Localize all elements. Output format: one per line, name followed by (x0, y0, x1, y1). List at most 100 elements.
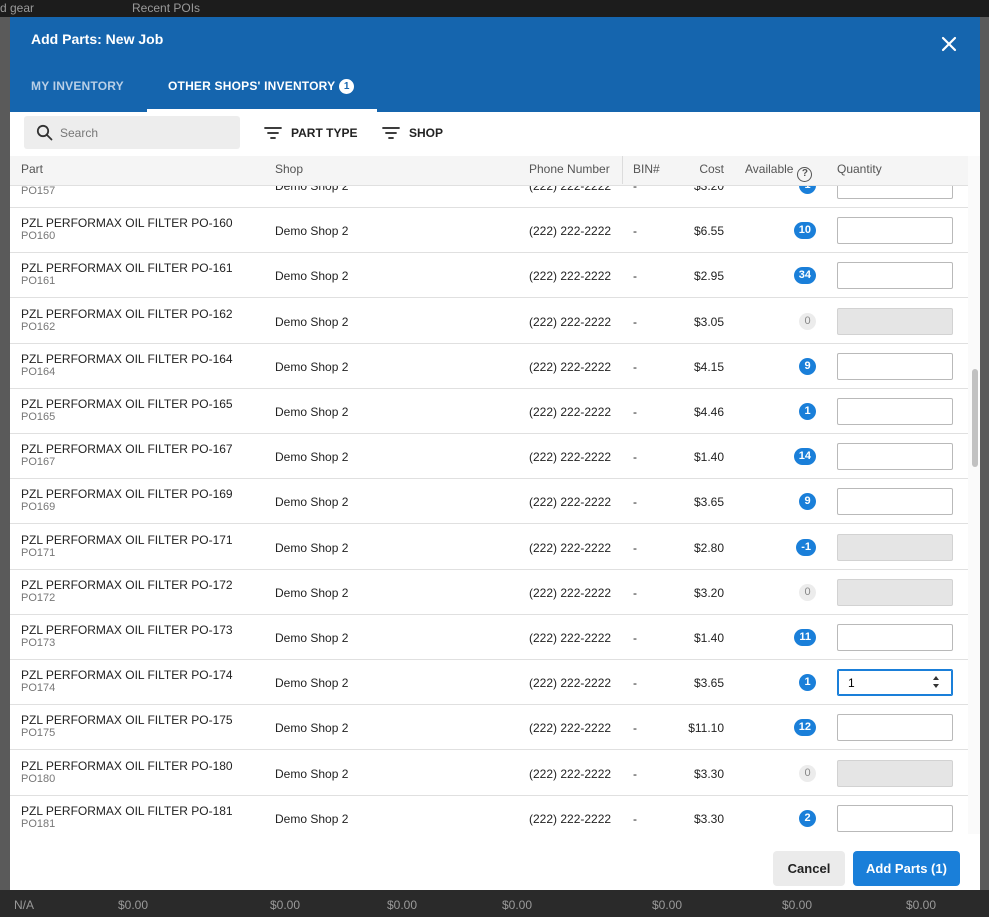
bin-number: - (633, 585, 637, 600)
background-top-bar: d gear Recent POIs (0, 0, 989, 17)
available-cell: 1 (770, 186, 816, 194)
phone-number: (222) 222-2222 (529, 450, 612, 465)
part-type-filter-button[interactable]: PART TYPE (264, 122, 357, 144)
part-number: PO162 (21, 320, 56, 333)
quantity-input[interactable] (837, 488, 953, 516)
tab-other-shops-inventory[interactable]: OTHER SHOPS' INVENTORY 1 (168, 79, 355, 94)
bin-number: - (633, 721, 637, 736)
available-cell: 34 (770, 267, 816, 285)
part-cost: $2.95 (693, 269, 724, 284)
table-header: Part Shop Phone Number BIN# Cost Availab… (10, 156, 968, 186)
phone-number: (222) 222-2222 (529, 766, 612, 781)
scrollbar-track[interactable] (968, 156, 980, 834)
column-header-cost[interactable]: Cost (658, 156, 724, 186)
quantity-input[interactable] (837, 714, 953, 742)
bin-number: - (633, 405, 637, 419)
bin-number: - (633, 495, 637, 510)
available-badge: -1 (796, 538, 816, 556)
bin-number: - (633, 186, 637, 193)
phone-number: (222) 222-2222 (529, 186, 612, 193)
table-row: PZL PERFORMAX OIL FILTER PO-160 PO160 Demo… (10, 208, 968, 254)
table-row: PZL PERFORMAX OIL FILTER PO-164 PO164 Demo… (10, 344, 968, 389)
column-header-part[interactable]: Part (21, 156, 43, 186)
table-row: PZL PERFORMAX OIL FILTER PO-162 PO162 Demo… (10, 299, 968, 344)
part-name: PZL PERFORMAX OIL FILTER PO-164 (21, 351, 233, 366)
column-header-available[interactable]: Available? (745, 156, 813, 186)
part-name: PZL PERFORMAX OIL FILTER PO-167 (21, 442, 233, 457)
shop-name: Demo Shop 2 (275, 811, 349, 826)
shop-name: Demo Shop 2 (275, 540, 349, 555)
shop-name: Demo Shop 2 (275, 186, 349, 193)
phone-number: (222) 222-2222 (529, 405, 612, 419)
filter-icon (382, 127, 400, 139)
bin-number: - (633, 314, 637, 329)
part-cost: $3.30 (693, 766, 724, 781)
part-name: PZL PERFORMAX OIL FILTER PO-173 (21, 623, 233, 637)
quantity-input[interactable] (837, 186, 953, 199)
available-cell: 1 (770, 674, 816, 692)
bin-number: - (633, 631, 637, 645)
shop-filter-button[interactable]: SHOP (382, 122, 443, 144)
part-number: PO157 (21, 186, 56, 197)
quantity-input[interactable] (837, 352, 953, 380)
part-cost: $6.55 (693, 224, 724, 239)
tab-label: MY INVENTORY (31, 79, 124, 93)
available-badge: 9 (799, 357, 816, 375)
phone-number: (222) 222-2222 (529, 269, 612, 284)
quantity-input[interactable] (837, 217, 953, 245)
add-parts-button[interactable]: Add Parts (1) (853, 851, 960, 886)
quantity-input[interactable] (837, 262, 953, 290)
quantity-input[interactable] (837, 443, 953, 471)
bin-number: - (633, 450, 637, 465)
background-footer-value: $0.00 (387, 898, 418, 912)
column-header-bin[interactable]: BIN# (633, 156, 660, 186)
quantity-input[interactable] (837, 804, 953, 832)
available-cell: 0 (770, 764, 816, 782)
active-tab-indicator (147, 109, 377, 112)
part-number: PO171 (21, 546, 56, 559)
part-number: PO164 (21, 365, 56, 378)
stepper-icon[interactable] (932, 675, 940, 689)
table-row: PZL PERFORMAX OIL FILTER PO-180 PO180 Demo… (10, 751, 968, 796)
part-number: PO180 (21, 772, 56, 785)
quantity-input[interactable] (837, 398, 953, 425)
part-cost: $3.65 (693, 495, 724, 510)
available-badge: 14 (793, 448, 816, 466)
cancel-button[interactable]: Cancel (773, 851, 845, 886)
part-number: PO172 (21, 591, 56, 604)
available-cell: 0 (770, 312, 816, 330)
part-cost: $11.10 (688, 721, 724, 736)
part-number: PO161 (21, 275, 56, 288)
background-footer-value: N/A (14, 898, 35, 912)
column-header-shop[interactable]: Shop (275, 156, 303, 186)
background-footer-value: $0.00 (906, 898, 937, 912)
part-cost: $4.15 (693, 359, 724, 374)
quantity-input[interactable] (837, 624, 953, 651)
available-badge: 0 (799, 764, 816, 782)
search-input[interactable] (60, 116, 235, 149)
close-icon (941, 36, 957, 52)
close-button[interactable] (938, 33, 960, 55)
shop-name: Demo Shop 2 (275, 631, 349, 645)
table-row: PZL PERFORMAX OIL FILTER PO-161 PO161 Demo… (10, 253, 968, 299)
part-name: PZL PERFORMAX OIL FILTER PO-169 (21, 487, 233, 502)
part-name: PZL PERFORMAX OIL FILTER PO-171 (21, 532, 233, 547)
tab-my-inventory[interactable]: MY INVENTORY (31, 79, 124, 93)
part-cost: $3.05 (693, 314, 724, 329)
part-cost: $1.40 (693, 450, 724, 465)
part-name: PZL PERFORMAX OIL FILTER PO-174 (21, 668, 233, 683)
part-number: PO181 (21, 817, 56, 830)
background-right-strip (980, 17, 989, 890)
phone-number: (222) 222-2222 (529, 631, 612, 645)
scrollbar-thumb[interactable] (972, 369, 978, 467)
help-icon[interactable]: ? (797, 167, 813, 182)
part-cost: $3.20 (693, 186, 724, 193)
quantity-input (837, 307, 953, 335)
part-number: PO175 (21, 727, 56, 740)
table-row: PZL PERFORMAX OIL FILTER PO-165 PO165 Demo… (10, 389, 968, 434)
shop-name: Demo Shop 2 (275, 359, 349, 374)
phone-number: (222) 222-2222 (529, 314, 612, 329)
available-badge: 1 (799, 674, 816, 692)
phone-number: (222) 222-2222 (529, 359, 612, 374)
column-header-phone[interactable]: Phone Number (529, 156, 610, 186)
